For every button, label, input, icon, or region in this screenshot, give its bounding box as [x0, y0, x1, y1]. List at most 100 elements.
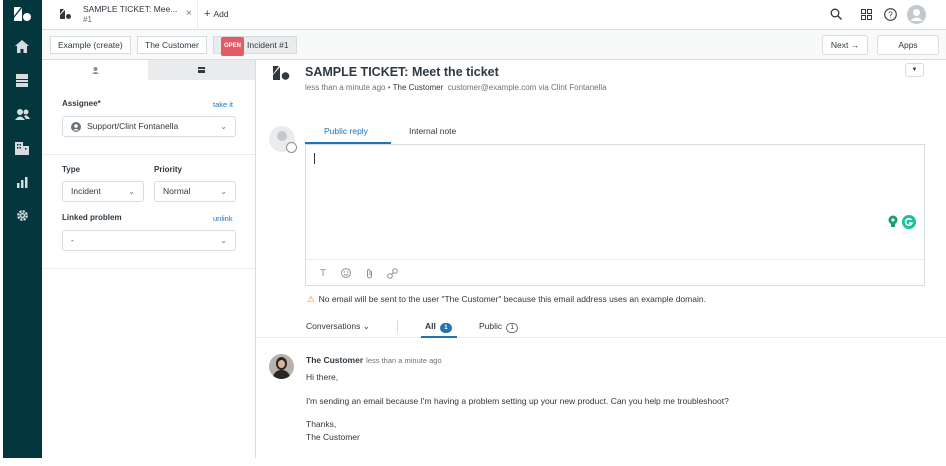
status-badge: OPEN: [221, 37, 245, 56]
breadcrumb-organization[interactable]: Example (create): [50, 36, 131, 54]
top-bar: SAMPLE TICKET: Mee... #1 × + Add ?: [42, 0, 946, 30]
home-icon[interactable]: [14, 38, 30, 54]
ticket-meta-time: less than a minute ago: [305, 83, 386, 92]
search-icon[interactable]: [827, 5, 845, 23]
ticket-icon: [198, 67, 205, 73]
text-cursor: [314, 153, 315, 164]
text-format-icon[interactable]: T: [316, 266, 330, 280]
close-tab-icon[interactable]: ×: [186, 8, 192, 19]
reply-editor[interactable]: T: [305, 144, 925, 286]
divider: [42, 154, 255, 155]
breadcrumb: Example (create) The Customer OPEN Incide…: [42, 30, 946, 60]
tab-user[interactable]: [42, 60, 148, 80]
ticket-meta-email: customer@example.com via Clint Fontanell…: [447, 83, 607, 92]
warning-icon: ⚠: [307, 294, 315, 304]
grammarly-icon[interactable]: [902, 215, 916, 229]
type-select[interactable]: Incident ⌄: [62, 181, 144, 202]
help-icon[interactable]: ?: [881, 5, 899, 23]
tab-public-label: Public: [479, 321, 503, 331]
tab-public-reply[interactable]: Public reply: [324, 126, 368, 136]
user-icon: [91, 66, 99, 74]
ticket-title: SAMPLE TICKET: Meet the ticket: [305, 65, 499, 79]
chevron-down-icon: ⌄: [220, 122, 227, 131]
comment-body: I'm sending an email because I'm having …: [306, 396, 729, 406]
ticket-options-button[interactable]: ▼: [905, 63, 924, 77]
tab-all[interactable]: All 1: [425, 321, 452, 333]
type-value: Incident: [71, 186, 101, 196]
priority-label: Priority: [154, 165, 183, 174]
ticket-main: SAMPLE TICKET: Meet the ticket less than…: [257, 60, 946, 458]
ticket-tab[interactable]: SAMPLE TICKET: Mee... #1 ×: [50, 0, 198, 30]
comment-signature: The Customer: [306, 432, 360, 442]
divider: [397, 320, 398, 333]
ticket-properties-panel: Assignee* take it Support/Clint Fontanel…: [42, 60, 256, 458]
comment-signoff: Thanks,: [306, 419, 337, 429]
type-label: Type: [62, 165, 81, 174]
editor-toolbar: T: [306, 259, 924, 285]
assignee-value: Support/Clint Fontanella: [87, 121, 179, 131]
conversation-tabs: Conversations ⌄ All 1 Public 1: [257, 318, 946, 338]
apps-button[interactable]: Apps: [877, 35, 939, 55]
warning-text: No email will be sent to the user "The C…: [318, 294, 706, 304]
unlink-link[interactable]: unlink: [213, 214, 233, 223]
properties-tabs: [42, 60, 255, 80]
divider: [42, 268, 255, 269]
reporting-icon[interactable]: [14, 174, 30, 190]
customers-icon[interactable]: [14, 106, 30, 122]
tab-all-count: 1: [439, 323, 452, 333]
breadcrumb-ticket[interactable]: OPEN Incident #1: [213, 36, 297, 56]
breadcrumb-requester[interactable]: The Customer: [137, 36, 207, 54]
link-icon[interactable]: [385, 266, 399, 280]
ticket-meta-user[interactable]: The Customer: [393, 83, 444, 92]
app-root: SAMPLE TICKET: Mee... #1 × + Add ? Exampl…: [0, 0, 946, 466]
editor-addons: [888, 215, 916, 229]
chevron-down-icon: ⌄: [220, 236, 227, 245]
comment-author-name[interactable]: The Customer: [306, 355, 363, 365]
tab-public[interactable]: Public 1: [479, 321, 519, 333]
tab-all-label: All: [425, 321, 436, 331]
assignee-label: Assignee*: [62, 99, 101, 108]
attachment-icon[interactable]: [362, 266, 376, 280]
zendesk-logo-icon[interactable]: [14, 7, 32, 21]
add-tab-button[interactable]: + Add: [204, 8, 229, 20]
take-it-link[interactable]: take it: [213, 100, 233, 109]
ticket-tab-number: #1: [83, 15, 92, 24]
email-warning: ⚠ No email will be sent to the user "The …: [307, 294, 706, 305]
next-button[interactable]: Next →: [822, 35, 868, 55]
add-label: Add: [213, 9, 229, 19]
emoji-icon[interactable]: [339, 266, 353, 280]
lightbulb-icon[interactable]: [888, 215, 898, 228]
main-nav: [3, 0, 42, 458]
ticket-tab-icon: [60, 9, 71, 21]
comment-author: The Customer less than a minute ago: [306, 355, 442, 365]
admin-gear-icon[interactable]: [14, 207, 30, 223]
views-icon[interactable]: [14, 72, 30, 88]
assignee-select[interactable]: Support/Clint Fontanella ⌄: [62, 116, 236, 137]
customer-avatar: [269, 354, 294, 379]
tab-public-count: 1: [506, 323, 519, 333]
user-avatar-icon[interactable]: [906, 4, 926, 24]
linked-problem-select[interactable]: - ⌄: [62, 230, 236, 251]
comment-time: less than a minute ago: [366, 356, 442, 365]
ticket-meta: less than a minute ago • The Customer cu…: [305, 83, 607, 92]
organizations-icon[interactable]: [14, 140, 30, 156]
priority-value: Normal: [163, 186, 191, 196]
tab-ticket[interactable]: [148, 60, 255, 80]
plus-icon: +: [204, 8, 211, 20]
active-tab-indicator: [421, 336, 457, 338]
caret-down-icon: ▼: [911, 67, 918, 73]
tab-internal-note[interactable]: Internal note: [409, 126, 456, 136]
ticket-tab-title: SAMPLE TICKET: Mee...: [83, 4, 178, 14]
group-avatar-icon: [71, 122, 81, 132]
linked-problem-label: Linked problem: [62, 213, 122, 222]
ticket-channel-icon: [273, 66, 290, 82]
chevron-down-icon: ⌄: [128, 187, 135, 196]
chevron-down-icon: ⌄: [220, 187, 227, 196]
breadcrumb-ticket-label: Incident #1: [247, 40, 289, 50]
svg-text:?: ?: [888, 10, 893, 19]
conversations-filter[interactable]: Conversations ⌄: [306, 321, 370, 332]
priority-select[interactable]: Normal ⌄: [154, 181, 236, 202]
product-tray-icon[interactable]: [857, 5, 875, 23]
agent-avatar: [269, 126, 297, 153]
comment-greeting: Hi there,: [306, 372, 339, 382]
